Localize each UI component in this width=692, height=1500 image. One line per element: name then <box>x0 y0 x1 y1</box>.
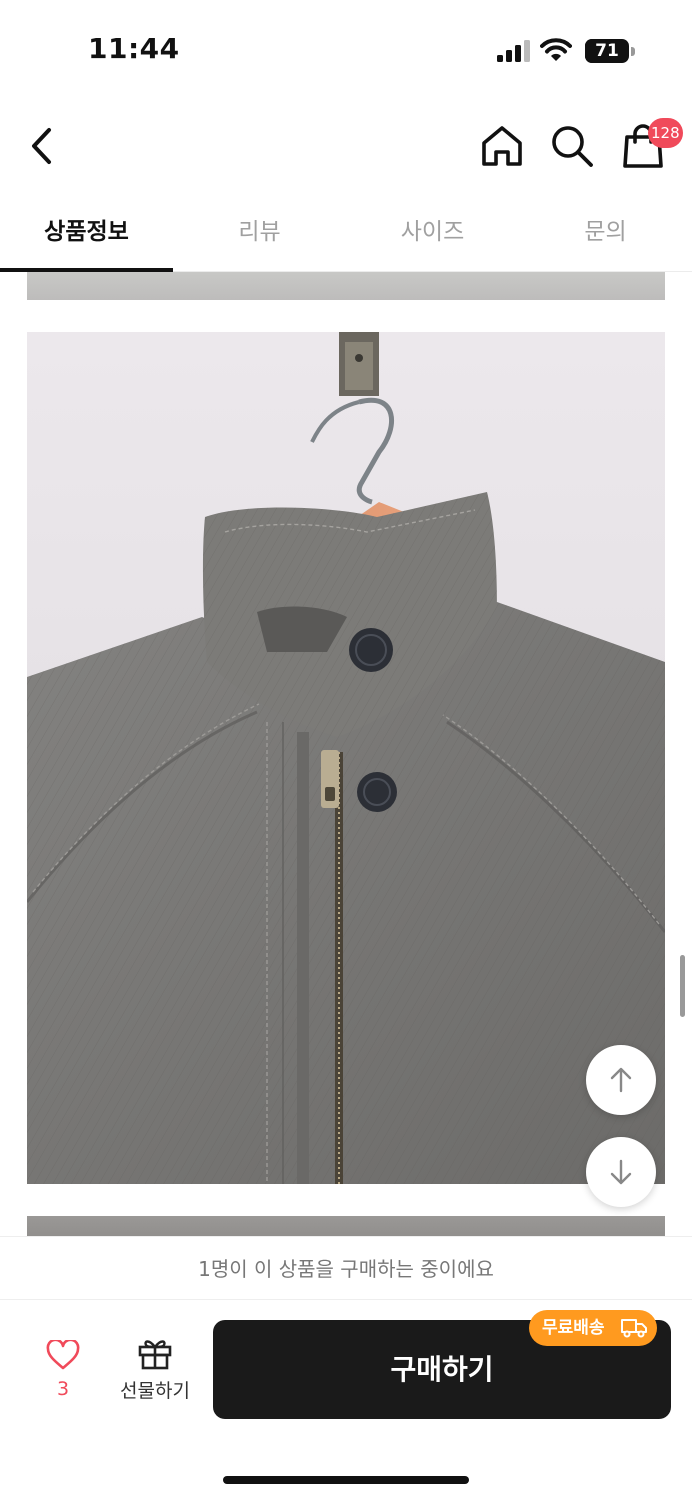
truck-icon <box>621 1319 647 1338</box>
purchase-activity-notice: 1명이 이 상품을 구매하는 중이에요 <box>0 1236 692 1300</box>
tab-size[interactable]: 사이즈 <box>346 192 519 272</box>
free-shipping-label: 무료배송 <box>542 1318 605 1338</box>
product-tabs: 상품정보 리뷰 사이즈 문의 <box>0 192 692 272</box>
search-button[interactable] <box>548 122 596 170</box>
wifi-icon <box>540 38 572 61</box>
heart-icon <box>46 1340 80 1370</box>
battery-icon: 71 <box>585 39 629 63</box>
gift-icon <box>138 1340 172 1370</box>
previous-detail-image <box>27 272 665 300</box>
cellular-signal-icon <box>497 40 530 62</box>
next-detail-image <box>27 1216 665 1236</box>
tab-reviews[interactable]: 리뷰 <box>173 192 346 272</box>
home-indicator <box>223 1476 469 1484</box>
battery-cap <box>631 47 635 56</box>
scroll-to-bottom-button[interactable] <box>586 1137 656 1207</box>
free-shipping-badge: 무료배송 <box>529 1310 657 1346</box>
cart-count-badge: 128 <box>648 118 683 148</box>
top-navigation <box>0 100 692 190</box>
home-button[interactable] <box>478 122 526 170</box>
back-button[interactable] <box>22 124 62 168</box>
home-icon <box>482 126 522 166</box>
product-photo <box>27 332 665 1184</box>
like-button[interactable]: 3 <box>30 1340 96 1410</box>
search-icon <box>552 126 593 167</box>
gift-label: 선물하기 <box>120 1380 190 1402</box>
gift-button[interactable]: 선물하기 <box>112 1336 198 1406</box>
arrow-down-icon <box>610 1159 632 1185</box>
arrow-up-icon <box>610 1067 632 1093</box>
tab-product-info[interactable]: 상품정보 <box>0 192 173 272</box>
status-bar: 11:44 71 <box>0 0 692 100</box>
battery-percentage: 71 <box>595 41 619 61</box>
status-time: 11:44 <box>88 32 180 65</box>
tab-inquiry[interactable]: 문의 <box>519 192 692 272</box>
bottom-action-bar: 3 선물하기 구매하기 무료배송 <box>0 1300 692 1500</box>
like-count: 3 <box>56 1378 70 1400</box>
chevron-left-icon <box>32 128 51 164</box>
scroll-to-top-button[interactable] <box>586 1045 656 1115</box>
scrollbar[interactable] <box>680 955 685 1017</box>
